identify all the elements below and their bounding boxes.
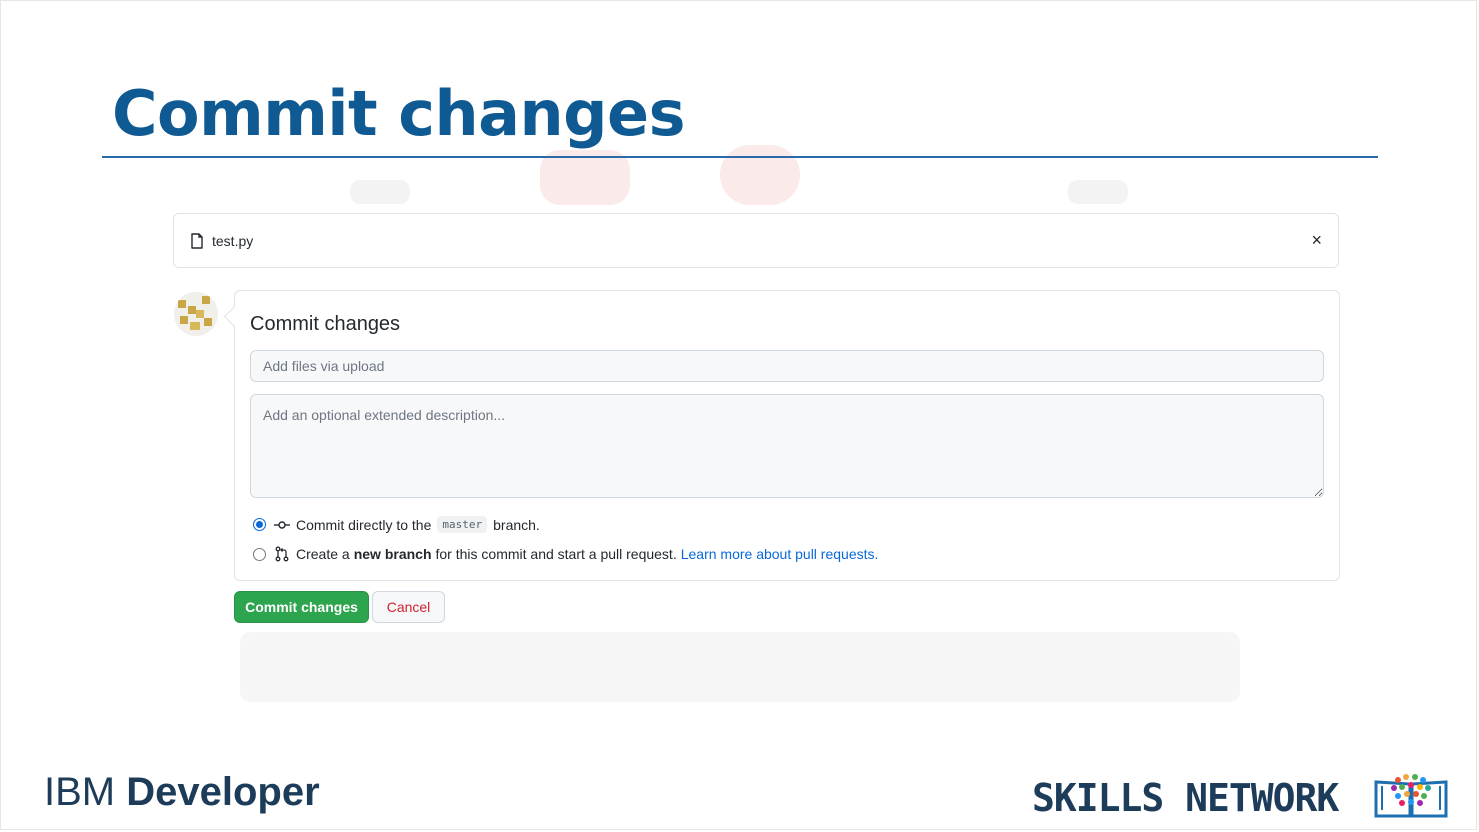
radio-new-branch[interactable]: [253, 547, 266, 561]
option-new-branch-bold: new branch: [353, 546, 432, 562]
radio-commit-direct[interactable]: [253, 518, 266, 531]
option-direct-text-after: branch.: [493, 516, 540, 533]
cancel-button[interactable]: Cancel: [372, 591, 445, 623]
option-direct-text-before: Commit directly to the: [296, 516, 432, 533]
slide-title: Commit changes: [112, 77, 685, 150]
git-commit-icon: [274, 517, 290, 533]
branch-name: master: [437, 516, 488, 533]
brand-left-part2: Developer: [126, 770, 320, 814]
git-pull-request-icon: [274, 546, 290, 562]
brand-left-part1: IBM: [44, 770, 116, 814]
learn-more-pull-requests-link[interactable]: Learn more about pull requests.: [681, 546, 879, 562]
option-new-branch[interactable]: Create a new branch for this commit and …: [253, 546, 878, 562]
avatar[interactable]: [174, 292, 218, 336]
commit-form-heading: Commit changes: [250, 313, 401, 335]
commit-description-input[interactable]: [250, 394, 1324, 498]
file-name[interactable]: test.py: [212, 233, 253, 249]
file-icon: [190, 232, 204, 249]
background-watermark: [350, 180, 410, 204]
background-watermark: [240, 632, 1240, 702]
option-new-branch-text-before: Create a: [296, 546, 350, 562]
book-icon: [1374, 774, 1448, 818]
option-new-branch-text-after: for this commit and start a pull request…: [435, 546, 677, 562]
background-watermark: [720, 145, 800, 205]
option-commit-direct[interactable]: Commit directly to the master branch.: [253, 516, 540, 533]
file-header-bar: test.py ×: [173, 213, 1339, 268]
commit-summary-input[interactable]: [250, 350, 1324, 382]
skills-network-wordmark: SKILLS NETWORK: [1032, 776, 1339, 820]
close-icon[interactable]: ×: [1311, 230, 1322, 250]
ibm-developer-logo: IBM Developer: [44, 772, 320, 812]
background-watermark: [1068, 180, 1128, 204]
title-divider: [102, 156, 1378, 158]
background-watermark: [540, 150, 630, 205]
commit-changes-button[interactable]: Commit changes: [234, 591, 369, 623]
commit-form: Commit changes Commit directly to the ma…: [234, 290, 1340, 581]
